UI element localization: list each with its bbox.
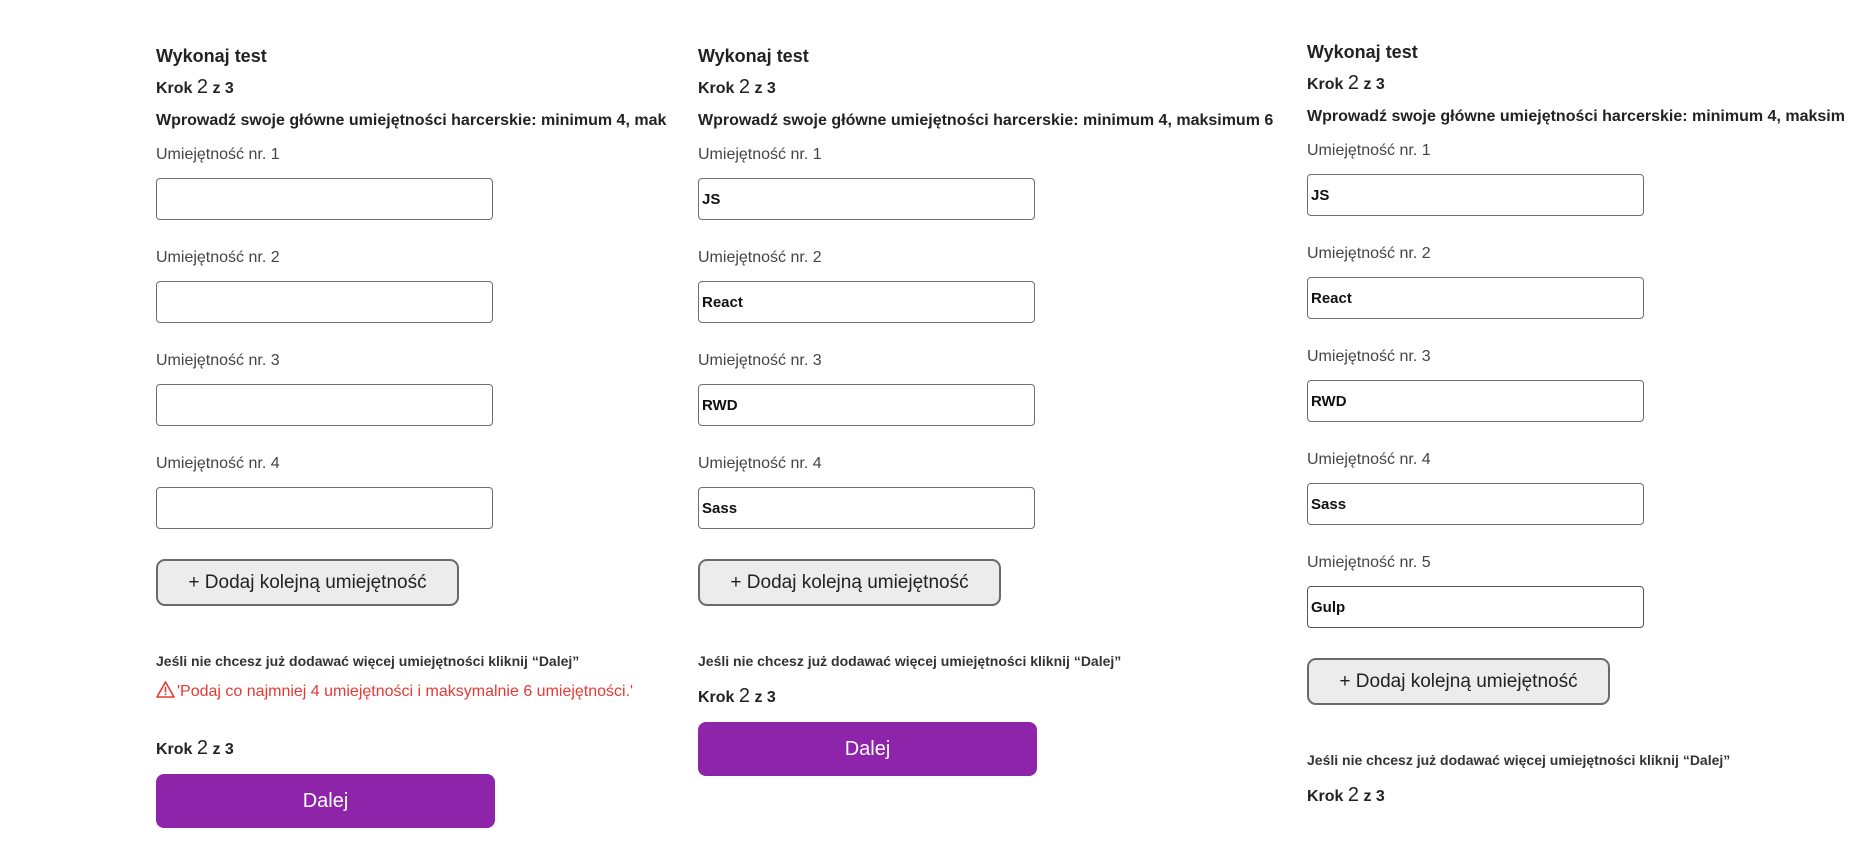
skill-input-1[interactable] bbox=[1307, 174, 1644, 216]
skill-input-3[interactable] bbox=[698, 384, 1035, 426]
skill-input-1[interactable] bbox=[698, 178, 1035, 220]
skill-label-2: Umiejętność nr. 2 bbox=[698, 249, 822, 266]
step-indicator-bottom: Krok 2 z 3 bbox=[1307, 784, 1385, 806]
next-button[interactable]: Dalej bbox=[698, 722, 1037, 776]
skill-input-3[interactable] bbox=[1307, 380, 1644, 422]
skill-label-2: Umiejętność nr. 2 bbox=[156, 249, 280, 266]
hint-text: Jeśli nie chcesz już dodawać więcej umie… bbox=[1307, 752, 1731, 768]
instruction-text: Wprowadź swoje główne umiejętności harce… bbox=[1307, 108, 1845, 125]
skill-label-1: Umiejętność nr. 1 bbox=[1307, 142, 1431, 159]
hint-text: Jeśli nie chcesz już dodawać więcej umie… bbox=[156, 653, 580, 669]
validation-error: 'Podaj co najmniej 4 umiejętności i maks… bbox=[156, 681, 633, 703]
step-indicator-bottom: Krok 2 z 3 bbox=[698, 685, 776, 707]
skill-input-2[interactable] bbox=[698, 281, 1035, 323]
skill-input-3[interactable] bbox=[156, 384, 493, 426]
skill-input-5[interactable] bbox=[1307, 586, 1644, 628]
form-panel-five-skills: Wykonaj test Krok 2 z 3 Wprowadź swoje g… bbox=[1307, 0, 1854, 862]
add-skill-button[interactable]: + Dodaj kolejną umiejętność bbox=[1307, 658, 1610, 705]
skill-label-4: Umiejętność nr. 4 bbox=[1307, 451, 1431, 468]
error-message: 'Podaj co najmniej 4 umiejętności i maks… bbox=[177, 683, 634, 700]
page-title: Wykonaj test bbox=[698, 46, 809, 66]
skill-label-2: Umiejętność nr. 2 bbox=[1307, 245, 1431, 262]
page-title: Wykonaj test bbox=[1307, 42, 1418, 62]
skill-input-1[interactable] bbox=[156, 178, 493, 220]
skill-input-2[interactable] bbox=[1307, 277, 1644, 319]
skill-input-4[interactable] bbox=[156, 487, 493, 529]
instruction-text: Wprowadź swoje główne umiejętności harce… bbox=[698, 112, 1274, 129]
hint-text: Jeśli nie chcesz już dodawać więcej umie… bbox=[698, 653, 1122, 669]
form-panel-filled: Wykonaj test Krok 2 z 3 Wprowadź swoje g… bbox=[698, 0, 1280, 866]
form-panel-empty: Wykonaj test Krok 2 z 3 Wprowadź swoje g… bbox=[156, 0, 668, 866]
next-button[interactable]: Dalej bbox=[156, 774, 495, 828]
skill-label-1: Umiejętność nr. 1 bbox=[156, 146, 280, 163]
skill-label-4: Umiejętność nr. 4 bbox=[156, 455, 280, 472]
page-title: Wykonaj test bbox=[156, 46, 267, 66]
step-indicator-top: Krok 2 z 3 bbox=[156, 76, 234, 98]
skill-input-4[interactable] bbox=[1307, 483, 1644, 525]
skill-label-1: Umiejętność nr. 1 bbox=[698, 146, 822, 163]
step-indicator-top: Krok 2 z 3 bbox=[698, 76, 776, 98]
warning-icon bbox=[156, 681, 175, 703]
skill-label-3: Umiejętność nr. 3 bbox=[698, 352, 822, 369]
add-skill-button[interactable]: + Dodaj kolejną umiejętność bbox=[156, 559, 459, 606]
step-indicator-top: Krok 2 z 3 bbox=[1307, 72, 1385, 94]
skill-label-3: Umiejętność nr. 3 bbox=[156, 352, 280, 369]
skill-input-4[interactable] bbox=[698, 487, 1035, 529]
add-skill-button[interactable]: + Dodaj kolejną umiejętność bbox=[698, 559, 1001, 606]
skill-input-2[interactable] bbox=[156, 281, 493, 323]
instruction-text: Wprowadź swoje główne umiejętności harce… bbox=[156, 112, 667, 129]
skill-label-5: Umiejętność nr. 5 bbox=[1307, 554, 1431, 571]
step-indicator-bottom: Krok 2 z 3 bbox=[156, 737, 234, 759]
skill-label-3: Umiejętność nr. 3 bbox=[1307, 348, 1431, 365]
skill-label-4: Umiejętność nr. 4 bbox=[698, 455, 822, 472]
